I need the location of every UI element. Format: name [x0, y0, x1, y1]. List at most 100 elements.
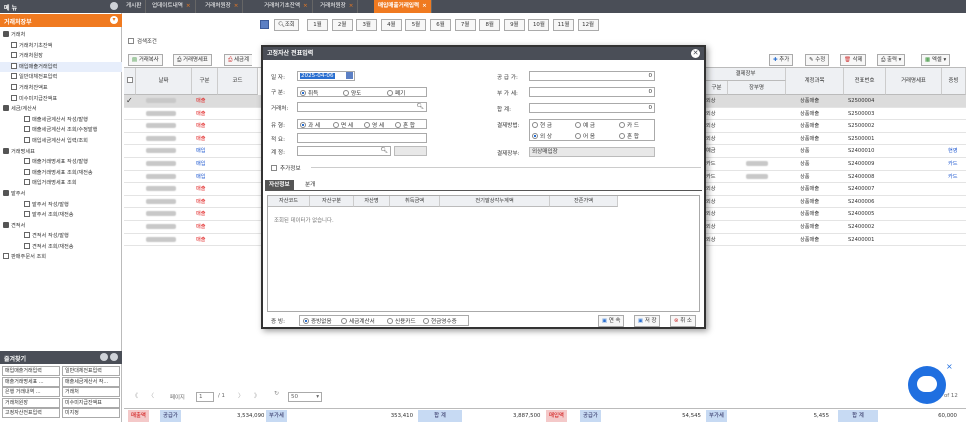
- sidebar-item[interactable]: 거래처원장: [0, 51, 122, 62]
- sidebar-item[interactable]: 세금/계산서: [0, 104, 122, 115]
- pay-cash-dot[interactable]: [532, 122, 538, 128]
- close-tab-icon[interactable]: ×: [186, 3, 191, 9]
- radio-dispose[interactable]: 폐기: [387, 89, 405, 97]
- row-check-icon[interactable]: ✓: [126, 96, 133, 105]
- excel-button[interactable]: ▦ 엑셀 ▾: [921, 54, 951, 66]
- close-chatbot-icon[interactable]: ×: [946, 362, 953, 371]
- sidebar-item[interactable]: 거래처기초잔액: [0, 41, 122, 52]
- tab[interactable]: 거래처원장 ×: [316, 0, 359, 13]
- proof-none[interactable]: 증빙없음: [303, 317, 332, 325]
- month-button[interactable]: 2월: [331, 19, 353, 31]
- month-button[interactable]: 1월: [307, 19, 328, 31]
- condition-checkbox[interactable]: [128, 38, 134, 44]
- tax-button[interactable]: ⎙ 세금계: [224, 54, 252, 66]
- proof-cash-receipt[interactable]: 현금영수증: [423, 317, 457, 325]
- radio-exempt-dot[interactable]: [333, 122, 339, 128]
- month-button[interactable]: 6월: [430, 19, 451, 31]
- date-input[interactable]: 2025-04-06: [297, 71, 355, 81]
- pay-card[interactable]: 카 드: [619, 121, 639, 129]
- month-button[interactable]: 4월: [380, 19, 402, 31]
- col-code[interactable]: 코드: [218, 68, 258, 95]
- month-button[interactable]: 7월: [454, 19, 476, 31]
- pay-card-dot[interactable]: [619, 122, 625, 128]
- account-input[interactable]: 🔍︎: [297, 146, 391, 156]
- radio-zero-dot[interactable]: [364, 122, 370, 128]
- month-button[interactable]: 8월: [479, 19, 501, 31]
- calendar-icon[interactable]: [260, 20, 269, 29]
- vendor-input[interactable]: 🔍︎: [297, 102, 427, 112]
- favorite-item[interactable]: 매출세금계산서 작...: [62, 376, 120, 387]
- sum-input[interactable]: 0: [529, 103, 655, 113]
- sidebar-item[interactable]: 매출세금계산서 작성/발행: [0, 115, 122, 126]
- month-button[interactable]: 10월: [528, 19, 550, 31]
- favorite-item[interactable]: 매입매출거래입력: [2, 366, 60, 376]
- last-page-icon[interactable]: 》: [254, 391, 260, 400]
- refresh-icon[interactable]: ↻: [274, 390, 279, 397]
- radio-transfer-dot[interactable]: [343, 90, 349, 96]
- sidebar-item[interactable]: 판매주문서 조회: [0, 252, 122, 263]
- proof-none-dot[interactable]: [303, 318, 309, 324]
- radio-exempt[interactable]: 면 세: [333, 121, 353, 129]
- gear-icon[interactable]: [110, 2, 118, 10]
- radio-taxable[interactable]: 과 세: [300, 121, 320, 129]
- favorite-item[interactable]: 매출거래명세표 ...: [2, 376, 60, 387]
- page-size-select[interactable]: 50 ▾: [288, 392, 322, 402]
- pay-credit[interactable]: 외 상: [532, 132, 552, 140]
- proof-cash-receipt-dot[interactable]: [423, 318, 429, 324]
- sidebar-item[interactable]: 매출거래명세표 작성/발행: [0, 157, 122, 168]
- delete-button[interactable]: 🗑︎ 삭제: [840, 54, 867, 66]
- tab-asset-info[interactable]: 자산정보: [265, 180, 294, 191]
- month-button[interactable]: 12월: [577, 19, 599, 31]
- sidebar-item[interactable]: 견적서: [0, 221, 122, 232]
- chevron-down-icon[interactable]: ▾: [110, 16, 118, 24]
- extra-info[interactable]: 추가정보: [271, 164, 301, 172]
- add-button[interactable]: ✚ 추가: [769, 54, 794, 66]
- close-tab-icon[interactable]: ×: [303, 3, 308, 9]
- sidebar-item[interactable]: 매출세금계산서 조회/수정발행: [0, 125, 122, 136]
- month-button[interactable]: 9월: [503, 19, 525, 31]
- pay-mixed[interactable]: 혼 합: [619, 132, 639, 140]
- sidebar-item[interactable]: 미수미지급잔액표: [0, 94, 122, 105]
- radio-mixed[interactable]: 혼 합: [395, 121, 415, 129]
- summary-input[interactable]: [297, 133, 427, 143]
- continue-button[interactable]: ▣ 연 속: [598, 315, 625, 327]
- close-tab-icon[interactable]: ×: [234, 3, 239, 9]
- search-button[interactable]: 🔍︎조회: [274, 19, 299, 31]
- month-button[interactable]: 3월: [356, 19, 378, 31]
- supply-input[interactable]: 0: [529, 71, 655, 81]
- sidebar-item[interactable]: 견적서 작성/발행: [0, 231, 122, 242]
- proof-card-dot[interactable]: [387, 318, 393, 324]
- favorite-item[interactable]: 미수미지급잔액표: [62, 397, 120, 408]
- col-settle-type[interactable]: 구분: [706, 81, 728, 95]
- tab[interactable]: 거래처기초잔액 ×: [260, 0, 313, 13]
- col-type[interactable]: 구분: [192, 68, 218, 95]
- col-date[interactable]: 날짜: [136, 68, 192, 95]
- vat-input[interactable]: 0: [529, 87, 655, 97]
- asset-grid-column[interactable]: 자산코드: [268, 196, 310, 207]
- favorite-item[interactable]: 거래처원장: [2, 397, 60, 408]
- sidebar-item[interactable]: 발주서 작성/발행: [0, 200, 122, 211]
- asset-grid-column[interactable]: 취득금액: [390, 196, 440, 207]
- page-input[interactable]: 1: [196, 392, 214, 402]
- radio-dispose-dot[interactable]: [387, 90, 393, 96]
- search-icon[interactable]: 🔍︎: [380, 147, 388, 155]
- sidebar-item[interactable]: 거래처: [0, 30, 122, 41]
- favorite-item[interactable]: 고정자산전표입력: [2, 408, 60, 419]
- pay-mixed-dot[interactable]: [619, 133, 625, 139]
- favorite-item[interactable]: 미지정: [62, 408, 120, 419]
- sidebar-item[interactable]: 발주서 조회/재전송: [0, 210, 122, 221]
- copy-button[interactable]: ▤ 거래복사: [128, 54, 163, 66]
- close-icon[interactable]: ✕: [691, 49, 700, 58]
- print-button[interactable]: ⎙ 출력 ▾: [877, 54, 906, 66]
- col-proof[interactable]: 증빙: [942, 68, 966, 95]
- save-button[interactable]: ▣ 저 장: [634, 315, 661, 327]
- radio-acquire-dot[interactable]: [300, 90, 306, 96]
- sidebar-item[interactable]: 거래명세표: [0, 147, 122, 158]
- radio-acquire[interactable]: 취득: [300, 89, 318, 97]
- chatbot-button[interactable]: [908, 366, 946, 404]
- header-checkbox[interactable]: [126, 77, 133, 83]
- search-condition[interactable]: 검색조건: [128, 37, 157, 45]
- month-button[interactable]: 11월: [553, 19, 574, 31]
- first-page-icon[interactable]: 《: [132, 391, 138, 400]
- sidebar-item[interactable]: 매입세금계산서 입력/조회: [0, 136, 122, 147]
